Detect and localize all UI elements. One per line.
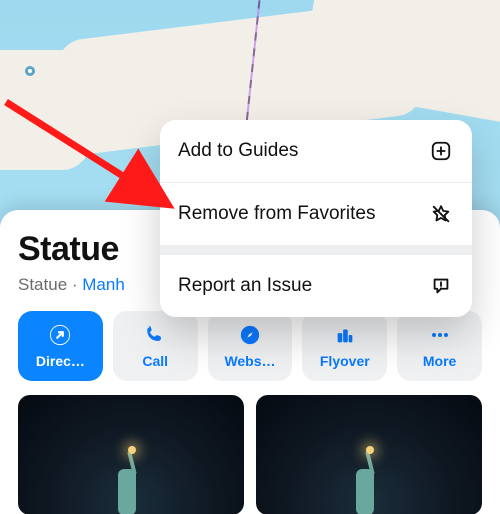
report-bubble-icon: [428, 273, 454, 299]
directions-label: Direc…: [36, 353, 85, 369]
plus-square-icon: [428, 138, 454, 164]
menu-item-label: Remove from Favorites: [178, 203, 375, 225]
map-screen: Statue Statue · Manh Direc… Call: [0, 0, 500, 514]
map-marker: [25, 66, 35, 76]
place-photo[interactable]: [18, 395, 244, 514]
directions-button[interactable]: Direc…: [18, 311, 103, 381]
menu-item-label: Add to Guides: [178, 140, 298, 162]
ellipsis-icon: [428, 323, 452, 347]
statue-silhouette: [108, 445, 146, 514]
menu-add-to-guides[interactable]: Add to Guides: [160, 120, 472, 182]
place-locality-link[interactable]: Manh: [82, 275, 125, 294]
website-button[interactable]: Webs…: [208, 311, 293, 381]
buildings-icon: [333, 323, 357, 347]
call-label: Call: [142, 353, 168, 369]
phone-icon: [143, 323, 167, 347]
place-photo[interactable]: [256, 395, 482, 514]
photo-strip: [18, 395, 482, 514]
flyover-button[interactable]: Flyover: [302, 311, 387, 381]
map-land: [0, 50, 90, 170]
menu-report-issue[interactable]: Report an Issue: [160, 255, 472, 317]
menu-separator: [160, 245, 472, 255]
directions-icon: [48, 323, 72, 347]
star-slash-icon: [428, 201, 454, 227]
statue-silhouette: [346, 445, 384, 514]
more-label: More: [423, 353, 456, 369]
place-type: Statue ·: [18, 275, 82, 294]
website-label: Webs…: [224, 353, 275, 369]
compass-icon: [238, 323, 262, 347]
menu-item-label: Report an Issue: [178, 275, 312, 297]
menu-remove-favorites[interactable]: Remove from Favorites: [160, 182, 472, 245]
flyover-label: Flyover: [320, 353, 370, 369]
context-menu: Add to Guides Remove from Favorites Repo…: [160, 120, 472, 317]
call-button[interactable]: Call: [113, 311, 198, 381]
action-bar: Direc… Call Webs… Flyover: [18, 311, 482, 381]
more-button[interactable]: More: [397, 311, 482, 381]
